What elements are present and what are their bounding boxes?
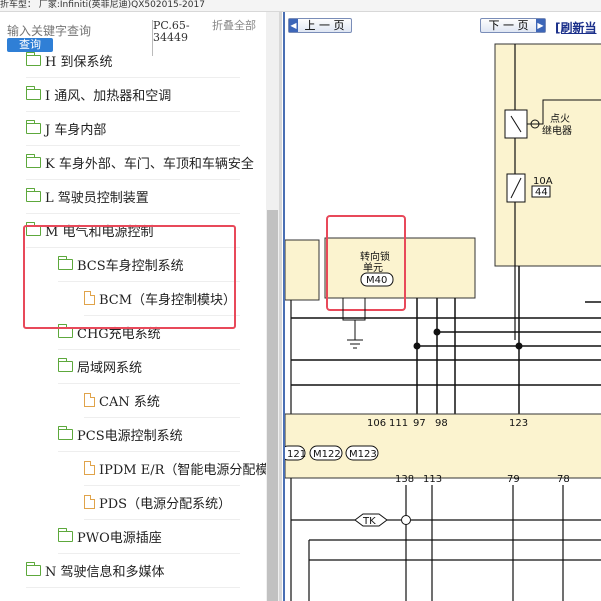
relay-label-1: 点火 bbox=[550, 113, 570, 125]
collapse-all-button[interactable]: 折叠全部 bbox=[212, 20, 260, 32]
fuse-relay-box bbox=[494, 43, 601, 267]
relay-label-2: 继电器 bbox=[542, 124, 572, 137]
file-icon bbox=[84, 393, 95, 407]
tree-item-label: PDS（电源分配系统） bbox=[99, 496, 232, 512]
lower-wire-138: 138 bbox=[395, 474, 414, 485]
folder-icon bbox=[25, 561, 41, 576]
tree-item-label: J 车身内部 bbox=[45, 122, 107, 138]
tree-item-label: CAN 系统 bbox=[99, 394, 160, 410]
scrollbar-thumb[interactable] bbox=[267, 210, 278, 601]
wire-number-111: 111 bbox=[389, 418, 408, 429]
splice-dot bbox=[433, 328, 441, 336]
wire-number-123: 123 bbox=[509, 418, 528, 429]
left-pane: 查询 PC.65-34449 折叠全部 H 到保系统I 通风、加热器和空调J 车… bbox=[0, 12, 266, 601]
tree-item-label: K 车身外部、车门、车顶和车辆安全 bbox=[45, 156, 254, 172]
tree-item-label: PCS电源控制系统 bbox=[77, 428, 183, 444]
tree-item[interactable]: 局域网系统 bbox=[57, 349, 240, 384]
tk-label: TK bbox=[362, 516, 376, 527]
prev-page-label: 上 一 页 bbox=[304, 19, 345, 32]
fuse-rating: 10A bbox=[533, 176, 553, 187]
highlight-box bbox=[23, 225, 236, 329]
tree-item[interactable]: L 驾驶员控制装置 bbox=[25, 179, 240, 214]
connector-tag-m122: M122 bbox=[313, 449, 341, 460]
wire-number-97: 97 bbox=[413, 418, 426, 429]
arrow-right-icon: ▶ bbox=[536, 19, 545, 32]
window-title: 折车型： 厂家:Infiniti(英菲尼迪)QX502015-2017 bbox=[0, 0, 601, 12]
module-connector: M40 bbox=[366, 275, 387, 286]
wire-number-98: 98 bbox=[435, 418, 448, 429]
tree-item[interactable]: J 车身内部 bbox=[25, 111, 240, 146]
lower-wire-79: 79 bbox=[507, 474, 520, 485]
wiring-diagram-svg: 点火 继电器 10A 44 转向锁 单元 M40 106 111 97 98 1… bbox=[285, 43, 601, 601]
tree-item-label: N 驾驶信息和多媒体 bbox=[45, 564, 165, 580]
lower-wire-113: 113 bbox=[423, 474, 442, 485]
left-module bbox=[285, 239, 320, 301]
connector-tag-m123: M123 bbox=[349, 449, 377, 460]
tree-item-label: 局域网系统 bbox=[77, 360, 143, 376]
tree-item[interactable]: N 驾驶信息和多媒体 bbox=[25, 553, 240, 588]
tree-item-label: IPDM E/R（智能电源分配模 bbox=[99, 462, 266, 478]
file-icon bbox=[84, 461, 95, 475]
splice-open-dot bbox=[401, 515, 411, 525]
tree-item[interactable]: K 车身外部、车门、车顶和车辆安全 bbox=[25, 145, 254, 180]
wiring-diagram: 点火 继电器 10A 44 转向锁 单元 M40 106 111 97 98 1… bbox=[285, 40, 601, 601]
search-input[interactable] bbox=[7, 23, 147, 39]
tree-item[interactable]: I 通风、加热器和空调 bbox=[25, 77, 240, 112]
refresh-link[interactable]: [刷新当 bbox=[555, 19, 597, 36]
arrow-left-icon: ◀ bbox=[289, 19, 298, 32]
next-page-label: 下 一 页 bbox=[488, 19, 529, 32]
module-label-2: 单元 bbox=[363, 262, 383, 274]
diagram-pane: ◀ 上 一 页 下 一 页 ▶ [刷新当 点火 继电器 10A 44 转向锁 单… bbox=[283, 12, 601, 601]
tree-item[interactable]: PDS（电源分配系统） bbox=[84, 485, 240, 520]
steering-lock-unit bbox=[324, 237, 476, 299]
tree-item-label: PWO电源插座 bbox=[77, 530, 162, 546]
tree-item[interactable]: PCS电源控制系统 bbox=[57, 417, 240, 452]
next-page-button[interactable]: 下 一 页 ▶ bbox=[480, 18, 546, 33]
folder-icon bbox=[25, 51, 41, 66]
tree-item[interactable]: PWO电源插座 bbox=[57, 519, 240, 554]
page-nav: ◀ 上 一 页 下 一 页 ▶ [刷新当 bbox=[285, 12, 601, 40]
pane-splitter[interactable] bbox=[279, 12, 282, 601]
folder-open-icon bbox=[57, 425, 73, 440]
wire-number-106: 106 bbox=[367, 418, 386, 429]
lower-wire-78: 78 bbox=[557, 474, 570, 485]
prev-page-button[interactable]: ◀ 上 一 页 bbox=[288, 18, 352, 33]
folder-icon bbox=[25, 119, 41, 134]
folder-icon bbox=[57, 527, 73, 542]
tree-item[interactable]: H 到保系统 bbox=[25, 43, 240, 78]
fuse-number: 44 bbox=[535, 187, 548, 198]
folder-icon bbox=[25, 153, 41, 168]
tree-item-label: L 驾驶员控制装置 bbox=[45, 190, 149, 206]
folder-icon bbox=[25, 85, 41, 100]
module-label-1: 转向锁 bbox=[360, 250, 390, 263]
pc-code: PC.65-34449 bbox=[153, 19, 190, 44]
folder-icon bbox=[25, 187, 41, 202]
file-icon bbox=[84, 495, 95, 509]
tree-item[interactable]: IPDM E/R（智能电源分配模 bbox=[84, 451, 266, 486]
tree-item-label: I 通风、加热器和空调 bbox=[45, 88, 172, 104]
folder-open-icon bbox=[57, 357, 73, 372]
splice-dot bbox=[515, 342, 523, 350]
tree-item-label: H 到保系统 bbox=[45, 54, 113, 70]
tree-item[interactable]: CAN 系统 bbox=[84, 383, 240, 418]
connector-tag-121: 121 bbox=[287, 449, 306, 460]
splice-dot bbox=[413, 342, 421, 350]
